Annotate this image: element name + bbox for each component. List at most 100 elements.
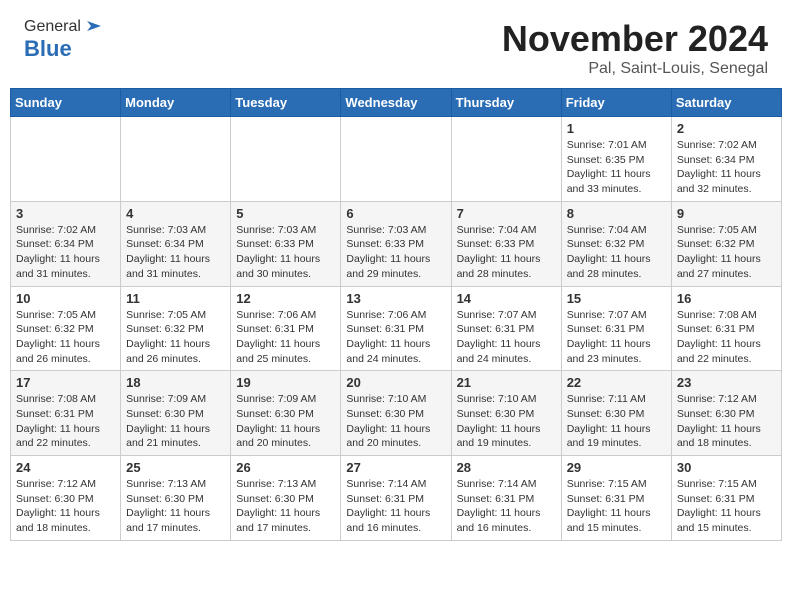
day-cell: 15 Sunrise: 7:07 AM Sunset: 6:31 PM Dayli… <box>561 286 671 371</box>
day-info: Sunrise: 7:03 AM Sunset: 6:33 PM Dayligh… <box>236 223 335 282</box>
logo-blue-text: Blue <box>24 36 72 61</box>
day-cell <box>451 117 561 202</box>
day-info: Sunrise: 7:07 AM Sunset: 6:31 PM Dayligh… <box>457 308 556 367</box>
month-title: November 2024 <box>502 18 768 60</box>
day-info: Sunrise: 7:01 AM Sunset: 6:35 PM Dayligh… <box>567 138 666 197</box>
day-cell: 17Sunrise: 7:08 AM Sunset: 6:31 PM Dayli… <box>11 371 121 456</box>
day-cell: 9Sunrise: 7:05 AM Sunset: 6:32 PM Daylig… <box>671 201 781 286</box>
day-cell <box>121 117 231 202</box>
day-cell: 18Sunrise: 7:09 AM Sunset: 6:30 PM Dayli… <box>121 371 231 456</box>
day-cell: 10 Sunrise: 7:05 AM Sunset: 6:32 PM Dayli… <box>11 286 121 371</box>
day-cell: 7Sunrise: 7:04 AM Sunset: 6:33 PM Daylig… <box>451 201 561 286</box>
day-cell: 11Sunrise: 7:05 AM Sunset: 6:32 PM Dayli… <box>121 286 231 371</box>
day-info: Sunrise: 7:12 AM Sunset: 6:30 PM Dayligh… <box>16 477 115 536</box>
day-info: Sunrise: 7:05 AM Sunset: 6:32 PM Dayligh… <box>677 223 776 282</box>
day-info: Sunrise: 7:14 AM Sunset: 6:31 PM Dayligh… <box>457 477 556 536</box>
day-cell: 29 Sunrise: 7:15 AM Sunset: 6:31 PM Dayli… <box>561 456 671 541</box>
day-number: 15 <box>567 291 666 306</box>
day-info: Sunrise: 7:07 AM Sunset: 6:31 PM Dayligh… <box>567 308 666 367</box>
week-row-1: 1 Sunrise: 7:01 AM Sunset: 6:35 PM Daylig… <box>11 117 782 202</box>
day-info: Sunrise: 7:02 AM Sunset: 6:34 PM Dayligh… <box>16 223 115 282</box>
day-cell: 21Sunrise: 7:10 AM Sunset: 6:30 PM Dayli… <box>451 371 561 456</box>
day-number: 20 <box>346 375 445 390</box>
day-cell: 13Sunrise: 7:06 AM Sunset: 6:31 PM Dayli… <box>341 286 451 371</box>
weekday-header-saturday: Saturday <box>671 89 781 117</box>
weekday-header-friday: Friday <box>561 89 671 117</box>
day-cell: 23 Sunrise: 7:12 AM Sunset: 6:30 PM Dayli… <box>671 371 781 456</box>
day-cell: 8Sunrise: 7:04 AM Sunset: 6:32 PM Daylig… <box>561 201 671 286</box>
day-cell: 27Sunrise: 7:14 AM Sunset: 6:31 PM Dayli… <box>341 456 451 541</box>
day-number: 22 <box>567 375 666 390</box>
day-cell: 20 Sunrise: 7:10 AM Sunset: 6:30 PM Dayli… <box>341 371 451 456</box>
day-info: Sunrise: 7:13 AM Sunset: 6:30 PM Dayligh… <box>236 477 335 536</box>
day-cell: 6 Sunrise: 7:03 AM Sunset: 6:33 PM Daylig… <box>341 201 451 286</box>
day-info: Sunrise: 7:09 AM Sunset: 6:30 PM Dayligh… <box>126 392 225 451</box>
day-cell: 14 Sunrise: 7:07 AM Sunset: 6:31 PM Dayli… <box>451 286 561 371</box>
day-info: Sunrise: 7:03 AM Sunset: 6:33 PM Dayligh… <box>346 223 445 282</box>
week-row-4: 17Sunrise: 7:08 AM Sunset: 6:31 PM Dayli… <box>11 371 782 456</box>
day-cell <box>341 117 451 202</box>
day-cell: 30 Sunrise: 7:15 AM Sunset: 6:31 PM Dayli… <box>671 456 781 541</box>
day-info: Sunrise: 7:05 AM Sunset: 6:32 PM Dayligh… <box>16 308 115 367</box>
day-cell: 24 Sunrise: 7:12 AM Sunset: 6:30 PM Dayli… <box>11 456 121 541</box>
day-number: 24 <box>16 460 115 475</box>
weekday-header-row: SundayMondayTuesdayWednesdayThursdayFrid… <box>11 89 782 117</box>
day-number: 28 <box>457 460 556 475</box>
week-row-3: 10 Sunrise: 7:05 AM Sunset: 6:32 PM Dayli… <box>11 286 782 371</box>
day-info: Sunrise: 7:12 AM Sunset: 6:30 PM Dayligh… <box>677 392 776 451</box>
day-number: 11 <box>126 291 225 306</box>
day-cell: 5 Sunrise: 7:03 AM Sunset: 6:33 PM Daylig… <box>231 201 341 286</box>
day-cell: 19Sunrise: 7:09 AM Sunset: 6:30 PM Dayli… <box>231 371 341 456</box>
weekday-header-wednesday: Wednesday <box>341 89 451 117</box>
day-number: 16 <box>677 291 776 306</box>
title-block: November 2024 Pal, Saint-Louis, Senegal <box>502 18 768 78</box>
day-number: 10 <box>16 291 115 306</box>
day-number: 14 <box>457 291 556 306</box>
weekday-header-tuesday: Tuesday <box>231 89 341 117</box>
day-number: 2 <box>677 121 776 136</box>
day-cell: 12Sunrise: 7:06 AM Sunset: 6:31 PM Dayli… <box>231 286 341 371</box>
day-number: 29 <box>567 460 666 475</box>
day-cell: 26 Sunrise: 7:13 AM Sunset: 6:30 PM Dayli… <box>231 456 341 541</box>
day-info: Sunrise: 7:04 AM Sunset: 6:33 PM Dayligh… <box>457 223 556 282</box>
day-number: 30 <box>677 460 776 475</box>
day-info: Sunrise: 7:15 AM Sunset: 6:31 PM Dayligh… <box>677 477 776 536</box>
day-number: 23 <box>677 375 776 390</box>
day-info: Sunrise: 7:03 AM Sunset: 6:34 PM Dayligh… <box>126 223 225 282</box>
day-cell <box>11 117 121 202</box>
calendar-wrapper: SundayMondayTuesdayWednesdayThursdayFrid… <box>0 88 792 551</box>
day-number: 12 <box>236 291 335 306</box>
day-info: Sunrise: 7:08 AM Sunset: 6:31 PM Dayligh… <box>16 392 115 451</box>
day-number: 21 <box>457 375 556 390</box>
day-number: 26 <box>236 460 335 475</box>
calendar-table: SundayMondayTuesdayWednesdayThursdayFrid… <box>10 88 782 541</box>
logo-general-text: General <box>24 18 81 36</box>
day-cell: 2 Sunrise: 7:02 AM Sunset: 6:34 PM Daylig… <box>671 117 781 202</box>
day-cell: 16 Sunrise: 7:08 AM Sunset: 6:31 PM Dayli… <box>671 286 781 371</box>
day-cell: 22 Sunrise: 7:11 AM Sunset: 6:30 PM Dayli… <box>561 371 671 456</box>
day-number: 4 <box>126 206 225 221</box>
day-number: 8 <box>567 206 666 221</box>
day-cell: 25Sunrise: 7:13 AM Sunset: 6:30 PM Dayli… <box>121 456 231 541</box>
day-info: Sunrise: 7:06 AM Sunset: 6:31 PM Dayligh… <box>346 308 445 367</box>
day-cell <box>231 117 341 202</box>
day-info: Sunrise: 7:15 AM Sunset: 6:31 PM Dayligh… <box>567 477 666 536</box>
day-info: Sunrise: 7:08 AM Sunset: 6:31 PM Dayligh… <box>677 308 776 367</box>
day-number: 5 <box>236 206 335 221</box>
logo: General Blue <box>24 18 101 62</box>
day-cell: 1 Sunrise: 7:01 AM Sunset: 6:35 PM Daylig… <box>561 117 671 202</box>
day-number: 3 <box>16 206 115 221</box>
day-number: 1 <box>567 121 666 136</box>
location-title: Pal, Saint-Louis, Senegal <box>502 60 768 78</box>
weekday-header-monday: Monday <box>121 89 231 117</box>
day-info: Sunrise: 7:02 AM Sunset: 6:34 PM Dayligh… <box>677 138 776 197</box>
day-info: Sunrise: 7:11 AM Sunset: 6:30 PM Dayligh… <box>567 392 666 451</box>
day-number: 6 <box>346 206 445 221</box>
weekday-header-sunday: Sunday <box>11 89 121 117</box>
logo-bird-icon <box>83 17 101 35</box>
day-info: Sunrise: 7:10 AM Sunset: 6:30 PM Dayligh… <box>346 392 445 451</box>
day-number: 25 <box>126 460 225 475</box>
day-number: 27 <box>346 460 445 475</box>
weekday-header-thursday: Thursday <box>451 89 561 117</box>
day-cell: 28 Sunrise: 7:14 AM Sunset: 6:31 PM Dayli… <box>451 456 561 541</box>
